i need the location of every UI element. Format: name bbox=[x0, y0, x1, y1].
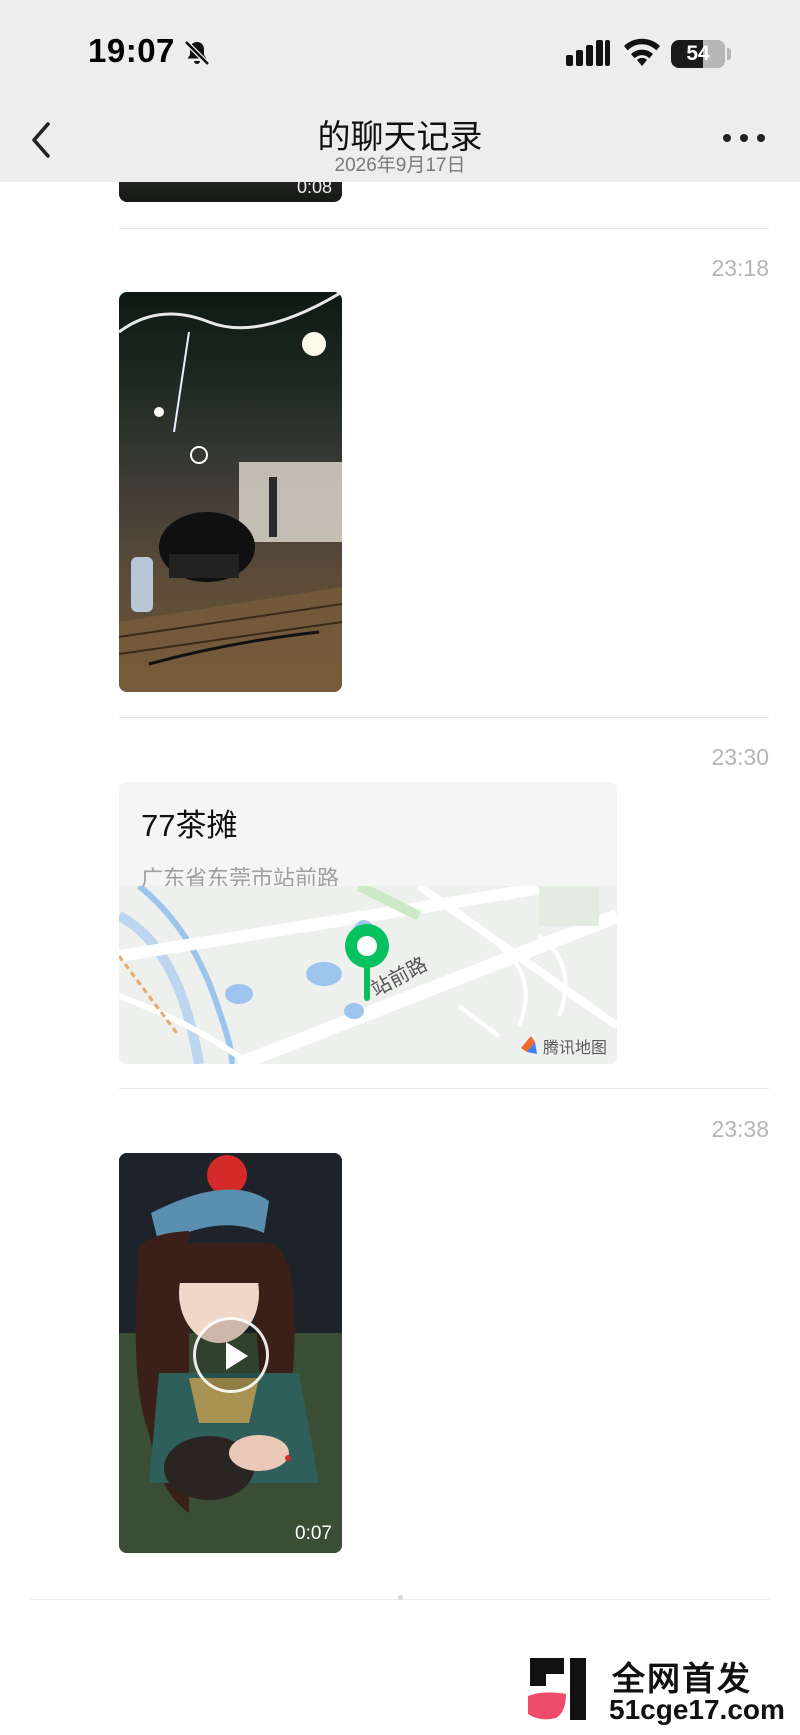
location-map[interactable]: 站前路 腾讯地图 bbox=[119, 870, 617, 1064]
status-time: 19:07 bbox=[88, 32, 175, 69]
bell-muted-icon bbox=[184, 40, 210, 66]
watermark-line2: 51cge17.com bbox=[609, 1694, 785, 1725]
navigation-header: 19:07 54 的聊天记录 2026年9月17日 bbox=[0, 0, 800, 182]
message-divider bbox=[119, 228, 769, 229]
cellular-signal-icon bbox=[566, 40, 610, 66]
location-card[interactable]: 77茶摊 广东省东莞市站前路 站前路 腾讯地图 bbox=[119, 782, 617, 1064]
video-duration: 0:07 bbox=[295, 1523, 332, 1544]
watermark-logo-icon bbox=[528, 1658, 586, 1720]
wifi-icon bbox=[624, 38, 660, 66]
page-date: 2026年9月17日 bbox=[334, 155, 466, 176]
battery-icon: 54 bbox=[671, 40, 725, 68]
list-end-dot bbox=[398, 1595, 403, 1600]
more-dots-icon[interactable] bbox=[723, 131, 765, 145]
photo-message[interactable] bbox=[119, 292, 342, 692]
message-divider bbox=[119, 1088, 769, 1089]
video-message[interactable]: 0:07 bbox=[119, 1153, 342, 1553]
map-brand: 腾讯地图 bbox=[542, 1040, 607, 1057]
battery-level: 54 bbox=[686, 42, 710, 65]
battery-tip bbox=[727, 48, 731, 60]
message-time: 23:18 bbox=[711, 255, 769, 281]
message-time: 23:38 bbox=[711, 1116, 769, 1142]
night-scene-illustration bbox=[119, 292, 342, 692]
location-header: 77茶摊 广东省东莞市站前路 bbox=[119, 782, 617, 891]
watermark-line1: 全网首发 bbox=[612, 1660, 752, 1697]
message-divider bbox=[119, 717, 769, 718]
message-time: 23:30 bbox=[711, 744, 769, 770]
location-name: 77茶摊 bbox=[141, 808, 238, 843]
play-icon[interactable] bbox=[193, 1317, 269, 1393]
